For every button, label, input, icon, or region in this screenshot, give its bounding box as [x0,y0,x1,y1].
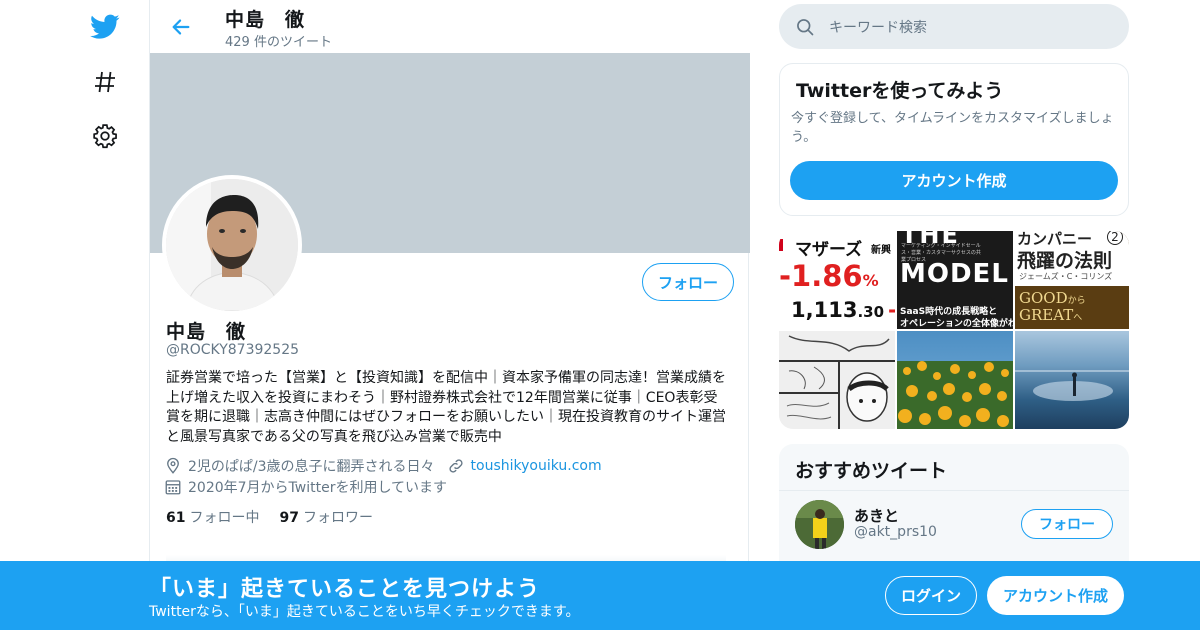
calendar-icon [165,480,181,495]
media-tile-manga[interactable] [779,331,895,429]
profile-joined: 2020年7月からTwitterを利用しています [188,480,448,496]
profile-avatar[interactable] [162,175,302,315]
bottom-bar-subtitle: Twitterなら、「いま」起きていることをいち早くチェックできます。 [149,604,580,620]
followers-count-link[interactable]: 97 フォロワー [279,507,372,527]
book-model-bottom2: オペレーションの全体像がわかる [900,319,1013,329]
profile-column: 中島 徹 429 件のツイート フォロー 中島 徹 @ROCKY87392525… [149,0,750,630]
stock-index-name: マザーズ [795,240,863,260]
bottom-bar-title: 「いま」起きていることを見つけよう [149,577,541,602]
stock-price-decimal: .30 [857,303,885,321]
media-tile-book-great[interactable]: カンパニー 2 飛躍の法則 ジェームズ・C・コリンズ GOODから GREATへ [1015,231,1129,329]
following-label: フォロー中 [189,510,260,526]
following-count: 61 [166,510,186,526]
media-tile-flower-photo[interactable] [897,331,1013,429]
media-tile-stock[interactable]: マザーズ 新興 -1.86% 1,113.30- [779,231,895,329]
recommended-title: おすすめツイート [795,460,948,482]
profile-url-link[interactable]: toushikyouiku.com [471,458,602,474]
profile-name: 中島 徹 [166,321,247,343]
stock-price-trail: - [888,298,895,322]
book-great-title: 飛躍の法則 [1017,250,1113,272]
stock-change: -1.86 [779,259,863,293]
book-great-word2: GREAT [1019,306,1074,324]
stock-change-unit: % [862,271,879,290]
followers-count: 97 [279,510,299,526]
media-tile-book-model[interactable]: THE マーケティング・インサイドセールス・営業・カスタマーサクセスの共業プロセ… [897,231,1013,329]
following-count-link[interactable]: 61 フォロー中 [166,507,259,527]
media-grid: マザーズ 新興 -1.86% 1,113.30- THE マーケティング・インサ… [779,231,1129,429]
link-icon [448,459,463,473]
bottom-signup-bar: 「いま」起きていることを見つけよう Twitterなら、「いま」起きていることを… [0,561,1200,630]
create-account-button[interactable]: アカウント作成 [790,161,1118,200]
search-icon [797,18,814,35]
search-input[interactable]: キーワード検索 [829,17,927,37]
stock-index-tag: 新興 [871,245,891,256]
followers-label: フォロワー [302,510,373,526]
profile-joined-row: 2020年7月からTwitterを利用しています [164,477,447,497]
search-box[interactable]: キーワード検索 [779,4,1129,49]
book-great-word2b: へ [1073,313,1083,323]
location-pin-icon [167,457,179,474]
book-model-title: MODEL [900,259,1009,289]
login-button[interactable]: ログイン [885,576,977,615]
stock-price: 1,113 [791,298,858,322]
tweet-count: 429 件のツイート [225,35,332,50]
back-arrow-icon[interactable] [166,12,196,42]
divider [779,490,1129,491]
recommended-user-name[interactable]: あきと [854,505,899,526]
signup-button[interactable]: アカウント作成 [987,576,1124,615]
profile-bio: 証券営業で培った【営業】と【投資知識】を配信中｜資本家予備軍の同志達！営業成績を… [166,370,726,445]
profile-location: 2児のぱぱ/3歳の息子に翻弄される日々 [188,459,435,475]
media-tile-beach-photo[interactable] [1015,331,1129,429]
recommended-user-handle: @akt_prs10 [854,524,937,540]
follow-button[interactable]: フォロー [642,263,734,301]
hashtag-icon[interactable] [88,65,122,99]
signup-card-text: 今すぐ登録して、タイムラインをカスタマイズしましょう。 [791,111,1114,145]
profile-header: 中島 徹 429 件のツイート [150,0,750,53]
twitter-bird-icon[interactable] [88,10,122,44]
profile-meta-row: 2児のぱぱ/3歳の息子に翻弄される日々 toushikyouiku.com [164,456,602,476]
header-title: 中島 徹 [225,9,306,31]
gear-icon[interactable] [88,119,122,153]
right-sidebar: キーワード検索 Twitterを使ってみよう 今すぐ登録して、タイムラインをカス… [779,0,1129,630]
follow-counts: 61 フォロー中 97 フォロワー [166,507,373,527]
recommended-follow-button[interactable]: フォロー [1021,509,1113,539]
book-great-author: ジェームズ・C・コリンズ [1019,272,1113,281]
recommended-user-avatar[interactable] [795,500,844,549]
signup-card: Twitterを使ってみよう 今すぐ登録して、タイムラインをカスタマイズしましょ… [779,63,1129,216]
signup-card-title: Twitterを使ってみよう [796,80,1004,102]
profile-handle: @ROCKY87392525 [166,342,300,358]
left-nav [80,0,130,630]
